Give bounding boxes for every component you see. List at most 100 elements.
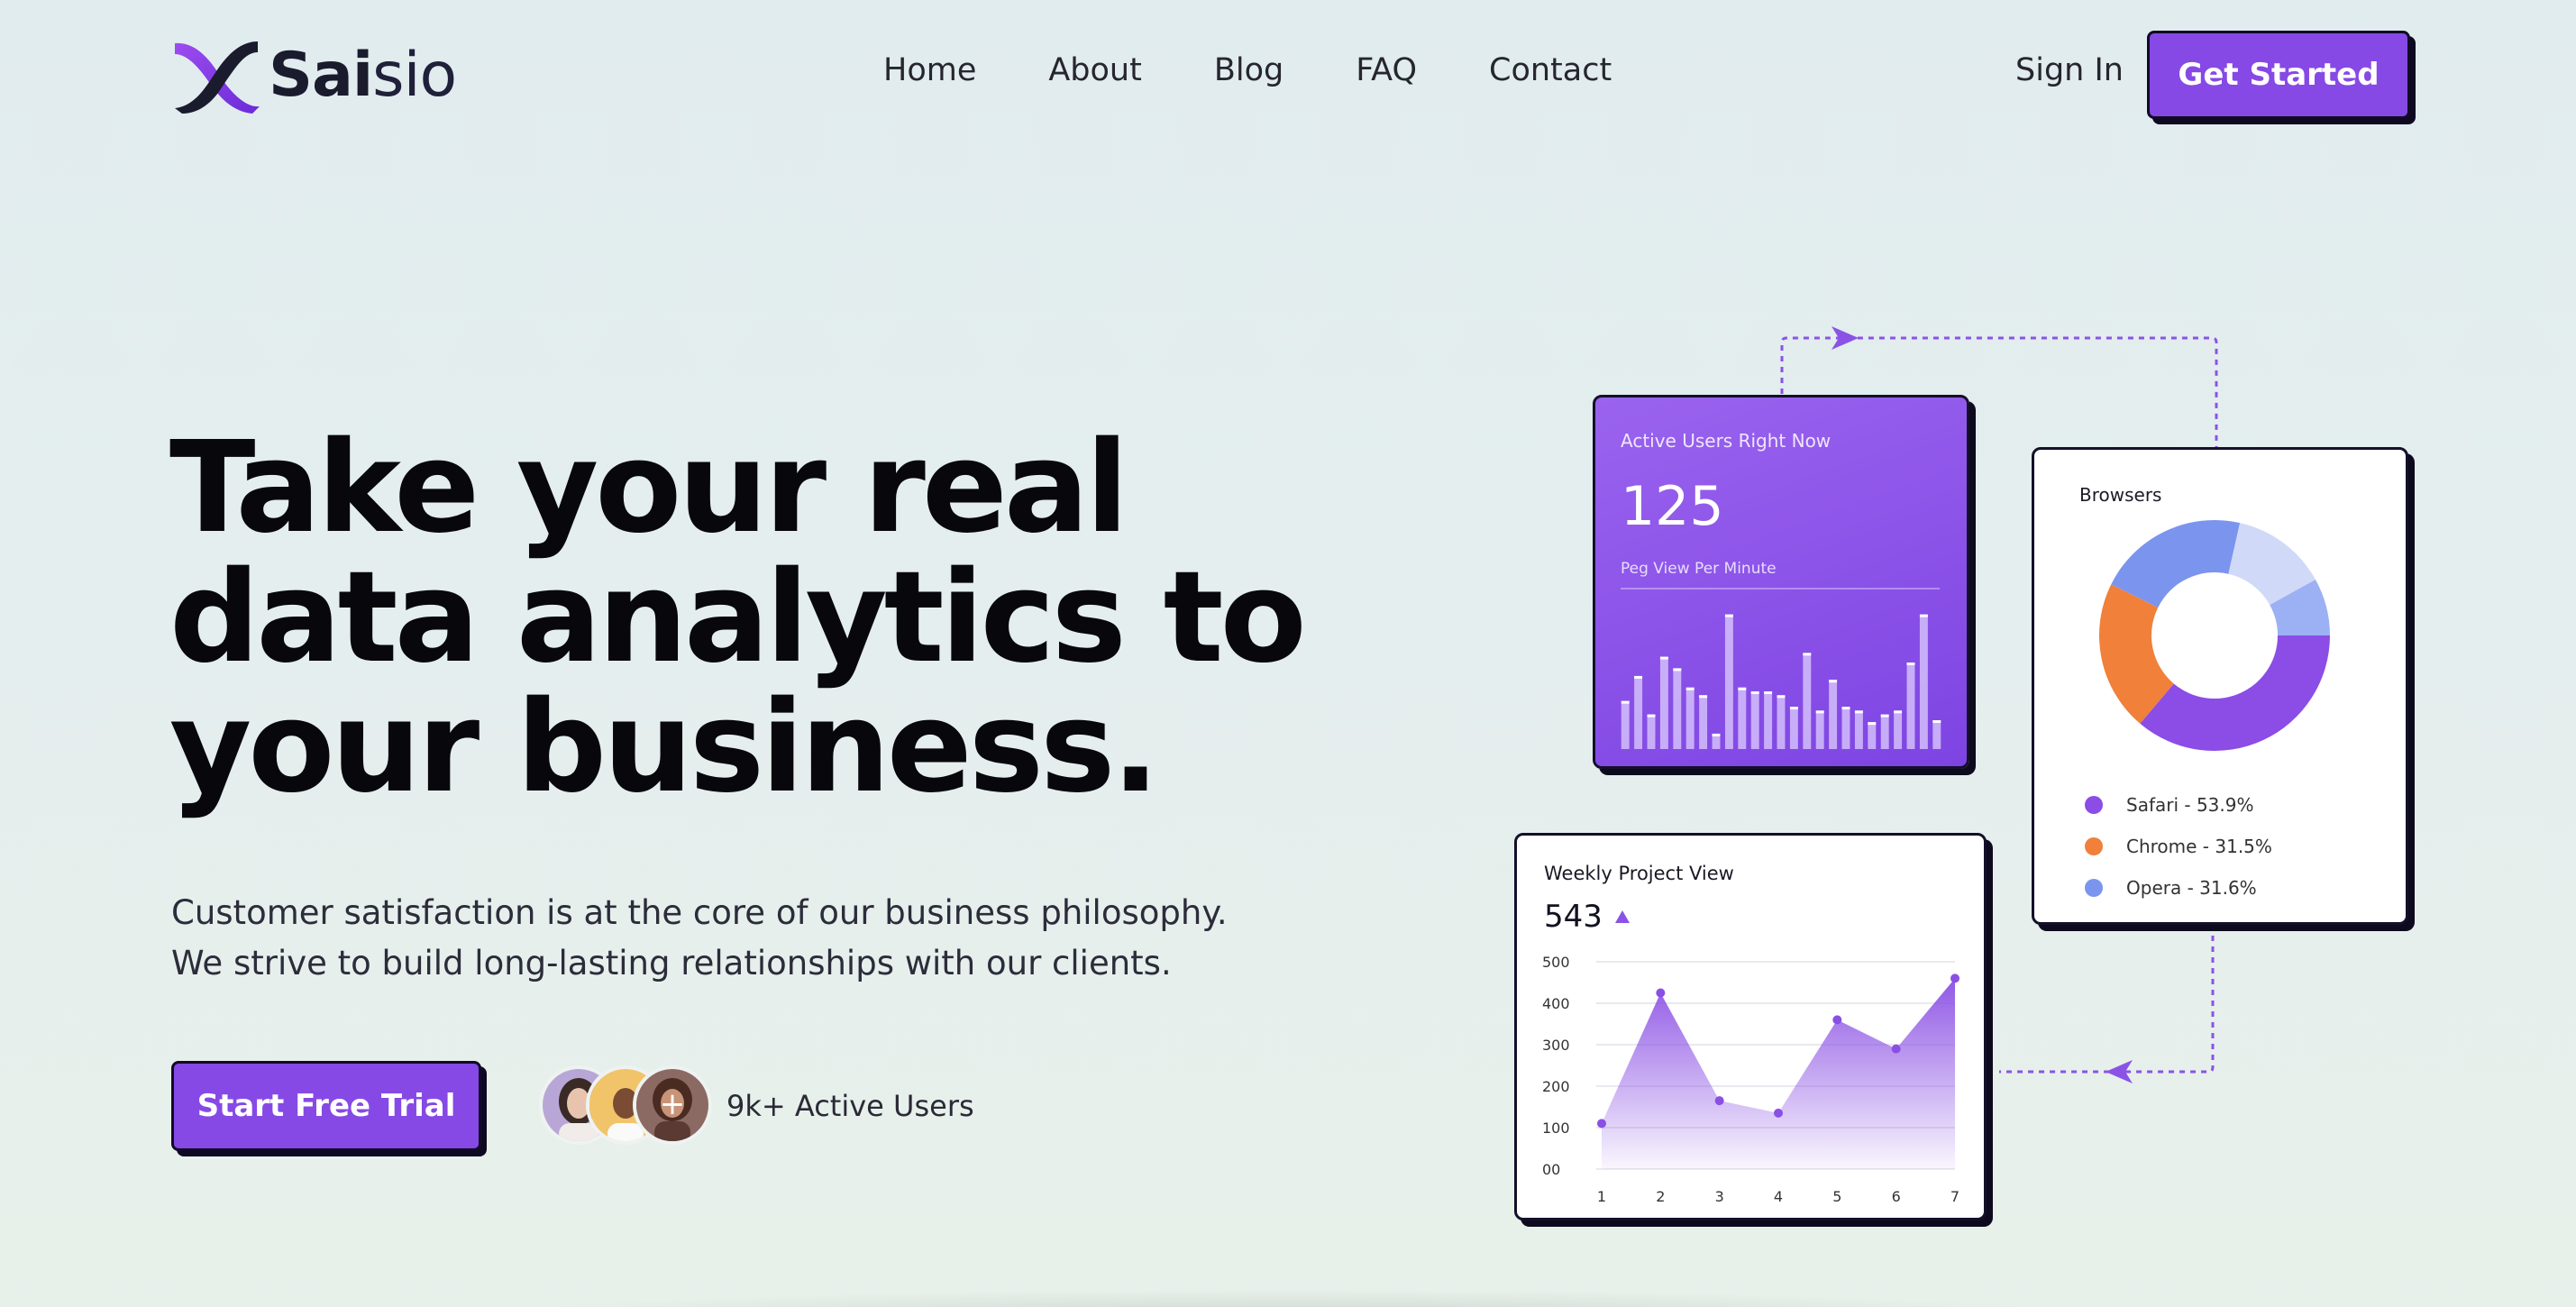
bar [1906,663,1915,749]
arrow-right-icon [1832,326,1859,350]
bar [1685,687,1694,749]
logo-mark-icon [175,41,260,114]
hero-subtitle: Customer satisfaction is at the core of … [171,893,1228,983]
bar [1919,614,1928,749]
pageview-bar-chart [1621,614,1941,749]
bar [1738,687,1747,749]
bar [1764,691,1773,749]
y-tick-label: 100 [1542,1120,1570,1137]
bar [1750,691,1759,749]
bar-cap [1647,714,1656,717]
bar-cap [1712,733,1721,736]
bar-cap [1738,687,1747,690]
browsers-title: Browsers [2079,484,2162,506]
y-tick-label: 00 [1542,1161,1560,1178]
get-started-button[interactable]: Get Started [2147,31,2410,119]
bar [1673,668,1682,749]
bar [1841,707,1850,749]
bar-cap [1880,714,1889,717]
data-point [1656,988,1666,998]
bar-cap [1621,700,1630,704]
bar [1894,710,1903,749]
bar [1854,710,1863,749]
nav-home[interactable]: Home [883,52,976,88]
bar [1815,710,1824,749]
y-tick-label: 200 [1542,1078,1570,1095]
bar [1699,695,1708,749]
bar-cap [1803,653,1812,656]
active-users-label: 9k+ Active Users [726,1089,974,1123]
data-point [1774,1108,1783,1118]
pie-slice [2140,635,2330,751]
x-tick-label: 4 [1774,1188,1783,1205]
legend-dot [2085,837,2103,855]
bottom-shadow [487,1289,2089,1307]
hero-title: Take your real data analytics to your bu… [169,415,1307,821]
divider [1621,588,1940,590]
bar [1777,695,1786,749]
bar-cap [1764,691,1773,694]
active-users-subtitle: Peg View Per Minute [1621,560,1777,578]
x-tick-label: 7 [1950,1188,1959,1205]
bar-cap [1659,656,1668,660]
start-free-trial-button[interactable]: Start Free Trial [171,1061,481,1151]
bar [1634,675,1643,749]
bar-cap [1699,695,1708,699]
bar [1647,714,1656,749]
avatar: + [633,1065,712,1145]
user-avatars: + [539,1065,719,1145]
bar-cap [1685,687,1694,690]
logo[interactable]: Saisio [169,34,457,115]
x-tick-label: 5 [1832,1188,1841,1205]
bar-cap [1815,710,1824,714]
data-point [1714,1096,1724,1106]
legend-dot [2085,796,2103,814]
browsers-donut-chart [2099,520,2330,751]
arrow-left-icon [2106,1060,2133,1083]
nav-faq[interactable]: FAQ [1356,52,1417,88]
bar-cap [1894,710,1903,714]
bar [1621,700,1630,749]
bar-cap [1777,695,1786,699]
weekly-project-card: Weekly Project View 543 00 100 200 300 400 50… [1514,833,1987,1220]
nav-about[interactable]: About [1048,52,1141,88]
x-tick-label: 1 [1597,1188,1606,1205]
bar-cap [1634,675,1643,679]
nav-contact[interactable]: Contact [1489,52,1612,88]
legend-dot [2085,879,2103,897]
bar [1803,653,1812,749]
bar-cap [1789,707,1798,710]
data-point [1891,1044,1901,1054]
y-tick-label: 300 [1542,1037,1570,1054]
plus-icon: + [660,1086,686,1122]
x-tick-label: 6 [1892,1188,1901,1205]
sign-in-link[interactable]: Sign In [2015,52,2124,88]
weekly-value: 543 [1544,899,1630,935]
bar [1829,680,1838,749]
data-point [1597,1119,1606,1129]
trend-up-icon [1614,910,1630,923]
active-users-card: Active Users Right Now 125 Peg View Per … [1593,395,1969,769]
main-nav: Home About Blog FAQ Contact [883,52,1684,88]
bar-cap [1919,614,1928,617]
legend-item: Chrome - 31.5% [2085,836,2391,857]
data-point [1950,973,1959,983]
bar-cap [1829,680,1838,683]
legend-label: Opera - 31.6% [2126,877,2257,899]
bar-cap [1750,691,1759,694]
nav-blog[interactable]: Blog [1214,52,1283,88]
bar [1789,707,1798,749]
bar-cap [1841,707,1850,710]
active-users-value: 125 [1621,475,1724,538]
bar-cap [1854,710,1863,714]
bar [1724,614,1733,749]
y-tick-label: 500 [1542,954,1570,971]
legend-item: Safari - 53.9% [2085,794,2391,816]
bar-cap [1673,668,1682,672]
legend-label: Chrome - 31.5% [2126,836,2272,857]
bar [1868,722,1877,749]
bar [1659,656,1668,749]
bar-cap [1906,663,1915,665]
browsers-card: Browsers Safari - 53.9% Chrome - 31.5% Ope… [2032,447,2408,925]
bar-cap [1724,614,1733,617]
